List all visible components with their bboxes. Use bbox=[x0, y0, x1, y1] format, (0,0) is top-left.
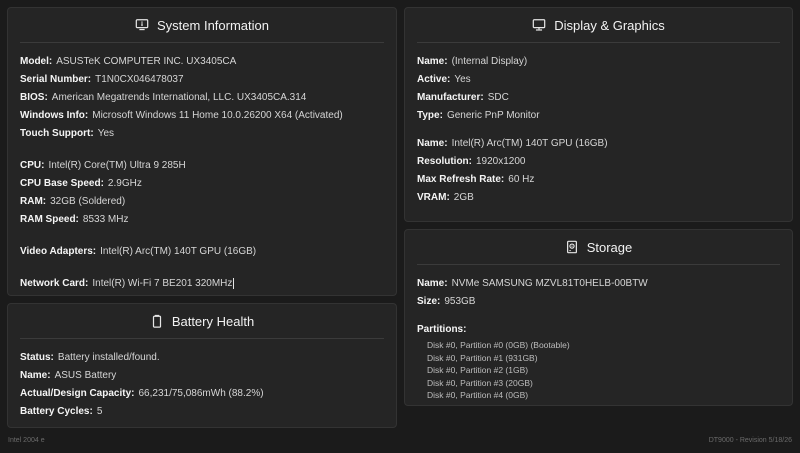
partition-item: Disk #0, Partition #4 (0GB) bbox=[427, 390, 529, 400]
info-row: Model: ASUSTeK COMPUTER INC. UX3405CA bbox=[20, 56, 237, 67]
partitions-label: Partitions: bbox=[417, 324, 467, 335]
partition-item: Disk #0, Partition #0 (0GB) (Bootable) bbox=[427, 340, 570, 350]
monitor-icon bbox=[532, 19, 546, 31]
info-row: Active: Yes bbox=[417, 74, 471, 85]
info-row: Battery Cycles: 5 bbox=[20, 406, 103, 417]
info-row: Actual/Design Capacity: 66,231/75,086mWh … bbox=[20, 388, 264, 399]
info-row: Serial Number: T1N0CX046478037 bbox=[20, 74, 184, 85]
info-row: CPU Base Speed: 2.9GHz bbox=[20, 178, 142, 189]
drive-icon bbox=[566, 240, 577, 254]
battery-health-card: Battery Health Status: Battery installed/… bbox=[7, 303, 397, 428]
info-row: BIOS: American Megatrends International, … bbox=[20, 92, 307, 103]
partition-list: Disk #0, Partition #0 (0GB) (Bootable) D… bbox=[417, 339, 780, 402]
info-row: Resolution: 1920x1200 bbox=[417, 156, 526, 167]
partition-item: Disk #0, Partition #1 (931GB) bbox=[427, 352, 538, 363]
info-row: Name: NVMe SAMSUNG MZVL81T0HELB-00BTW bbox=[417, 278, 648, 289]
info-row: Manufacturer: SDC bbox=[417, 92, 509, 103]
display-graphics-title: Display & Graphics bbox=[554, 17, 665, 33]
info-row: Video Adapters: Intel(R) Arc(TM) 140T GPU… bbox=[20, 246, 257, 257]
system-information-header: System Information bbox=[20, 8, 384, 43]
display-graphics-header: Display & Graphics bbox=[417, 8, 780, 43]
partition-item: Disk #0, Partition #3 (20GB) bbox=[427, 377, 533, 388]
info-row: Touch Support: Yes bbox=[20, 128, 115, 139]
battery-health-title: Battery Health bbox=[171, 313, 255, 329]
info-row: RAM Speed: 8533 MHz bbox=[20, 214, 129, 225]
info-row: CPU: Intel(R) Core(TM) Ultra 9 285H bbox=[20, 160, 186, 171]
display-graphics-card: Display & Graphics Name: (Internal Displa… bbox=[404, 7, 793, 222]
info-row: RAM: 32GB (Soldered) bbox=[20, 196, 126, 207]
battery-health-header: Battery Health bbox=[20, 304, 384, 339]
partition-item: Disk #0, Partition #2 (1GB) bbox=[427, 365, 529, 375]
system-information-title: System Information bbox=[157, 17, 269, 33]
info-row: Name: ASUS Battery bbox=[20, 370, 117, 381]
storage-card: Storage Name: NVMe SAMSUNG MZVL81T0HELB-0… bbox=[404, 229, 793, 406]
storage-header: Storage bbox=[417, 230, 780, 265]
info-row: Size: 953GB bbox=[417, 296, 476, 307]
info-row: Name: (Internal Display) bbox=[417, 56, 528, 67]
footer-left-text: Intel 2004 e bbox=[8, 437, 45, 444]
monitor-info-icon bbox=[135, 19, 149, 31]
info-row: Name: Intel(R) Arc(TM) 140T GPU (16GB) bbox=[417, 138, 608, 149]
info-row[interactable]: Network Card: Intel(R) Wi-Fi 7 BE201 320M… bbox=[20, 275, 384, 293]
system-information-card: System Information Model: ASUSTeK COMPUTE… bbox=[7, 7, 397, 296]
storage-title: Storage bbox=[586, 239, 633, 255]
info-row: VRAM: 2GB bbox=[417, 192, 474, 203]
text-cursor bbox=[233, 277, 235, 289]
info-row: Type: Generic PnP Monitor bbox=[417, 110, 540, 121]
footer-right-text: DT9000 - Revision 5/18/26 bbox=[708, 437, 792, 444]
info-row: Windows Info: Microsoft Windows 11 Home 1… bbox=[20, 110, 343, 121]
battery-icon bbox=[152, 314, 161, 328]
info-row: Status: Battery installed/found. bbox=[20, 352, 160, 363]
info-row: Max Refresh Rate: 60 Hz bbox=[417, 174, 535, 185]
